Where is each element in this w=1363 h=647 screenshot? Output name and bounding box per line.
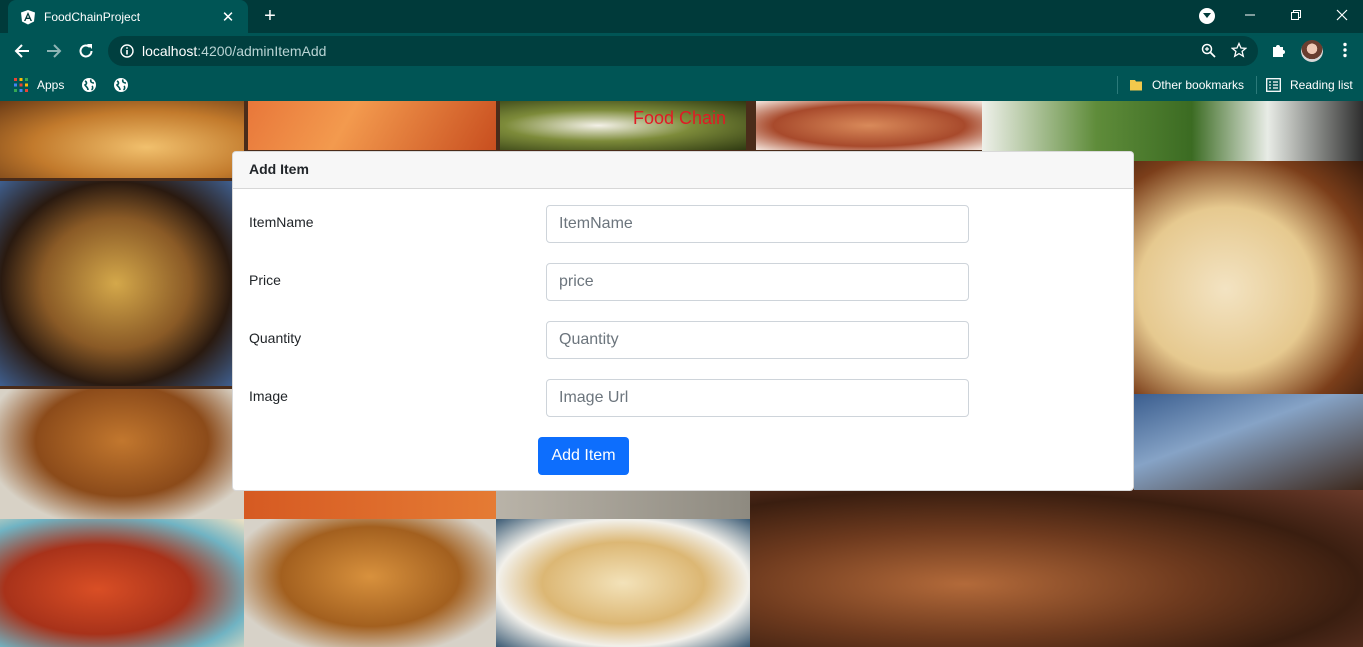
reading-list-icon [1266, 78, 1281, 92]
image-label: Image [249, 388, 288, 404]
new-tab-icon[interactable]: + [260, 6, 280, 26]
image-url-input[interactable] [546, 379, 969, 417]
food-photo [1134, 394, 1363, 494]
profile-avatar[interactable] [1301, 40, 1323, 62]
browser-tab[interactable]: FoodChainProject ✕ [8, 0, 248, 33]
profile-dropdown-icon[interactable] [1199, 8, 1215, 24]
food-photo [0, 101, 244, 178]
food-photo [0, 181, 232, 386]
add-item-button[interactable]: Add Item [538, 437, 629, 475]
reading-list-button[interactable]: Reading list [1266, 75, 1353, 95]
quantity-input[interactable] [546, 321, 969, 359]
food-photo [0, 519, 244, 647]
food-photo [0, 389, 244, 519]
price-label: Price [249, 272, 281, 288]
tab-strip: FoodChainProject ✕ + [0, 0, 1363, 33]
restore-icon[interactable] [1273, 0, 1319, 30]
food-photo [244, 519, 496, 647]
bookmark-other-label: Other bookmarks [1152, 78, 1245, 92]
bookmark-other[interactable]: Other bookmarks [1129, 75, 1244, 95]
food-photo [248, 101, 496, 150]
forward-arrow-icon[interactable] [42, 39, 66, 63]
back-arrow-icon[interactable] [10, 39, 34, 63]
food-photo [496, 519, 750, 647]
bookmark-globe-2[interactable] [113, 75, 129, 95]
price-input[interactable] [546, 263, 969, 301]
bookmark-star-icon[interactable] [1228, 39, 1250, 61]
globe-icon [114, 78, 128, 92]
url-path: :4200/adminItemAdd [197, 43, 327, 59]
browser-toolbar: localhost:4200/adminItemAdd [0, 33, 1363, 69]
bookmark-globe-1[interactable] [81, 75, 97, 95]
bookmark-apps-label: Apps [37, 78, 65, 92]
address-bar[interactable]: localhost:4200/adminItemAdd [108, 36, 1258, 66]
food-photo [1134, 161, 1363, 394]
menu-dots-icon[interactable] [1334, 39, 1356, 61]
minimize-icon[interactable] [1227, 0, 1273, 30]
bookmark-apps[interactable]: Apps [14, 75, 64, 95]
globe-icon [82, 78, 96, 92]
item-name-label: ItemName [249, 214, 314, 230]
url-host: localhost [142, 43, 198, 59]
apps-grid-icon [14, 78, 28, 92]
quantity-label: Quantity [249, 330, 302, 346]
close-tab-icon[interactable]: ✕ [220, 9, 236, 26]
close-window-icon[interactable] [1319, 0, 1363, 30]
item-name-input[interactable] [546, 205, 969, 243]
bookmark-separator [1117, 76, 1118, 94]
food-photo [244, 490, 496, 520]
site-info-icon[interactable] [120, 44, 134, 58]
bookmark-separator [1256, 76, 1257, 94]
food-photo [496, 490, 750, 520]
bookmarks-bar: Apps Other bookmarks Reading list [0, 69, 1363, 101]
reading-list-label: Reading list [1290, 78, 1353, 92]
folder-icon [1130, 80, 1142, 91]
card-title: Add Item [233, 152, 1133, 189]
reload-icon[interactable] [74, 39, 98, 63]
zoom-icon[interactable] [1197, 39, 1219, 61]
brand-title: Food Chain [633, 108, 727, 128]
food-photo [756, 101, 982, 150]
tab-title: FoodChainProject [44, 9, 141, 24]
page-viewport: Food Chain Add Item ItemName Price Quant… [0, 101, 1363, 647]
food-photo [750, 490, 1363, 647]
add-item-card: Add Item ItemName Price Quantity Image A… [232, 151, 1134, 491]
extensions-icon[interactable] [1268, 39, 1290, 61]
angular-favicon-icon [21, 9, 35, 24]
